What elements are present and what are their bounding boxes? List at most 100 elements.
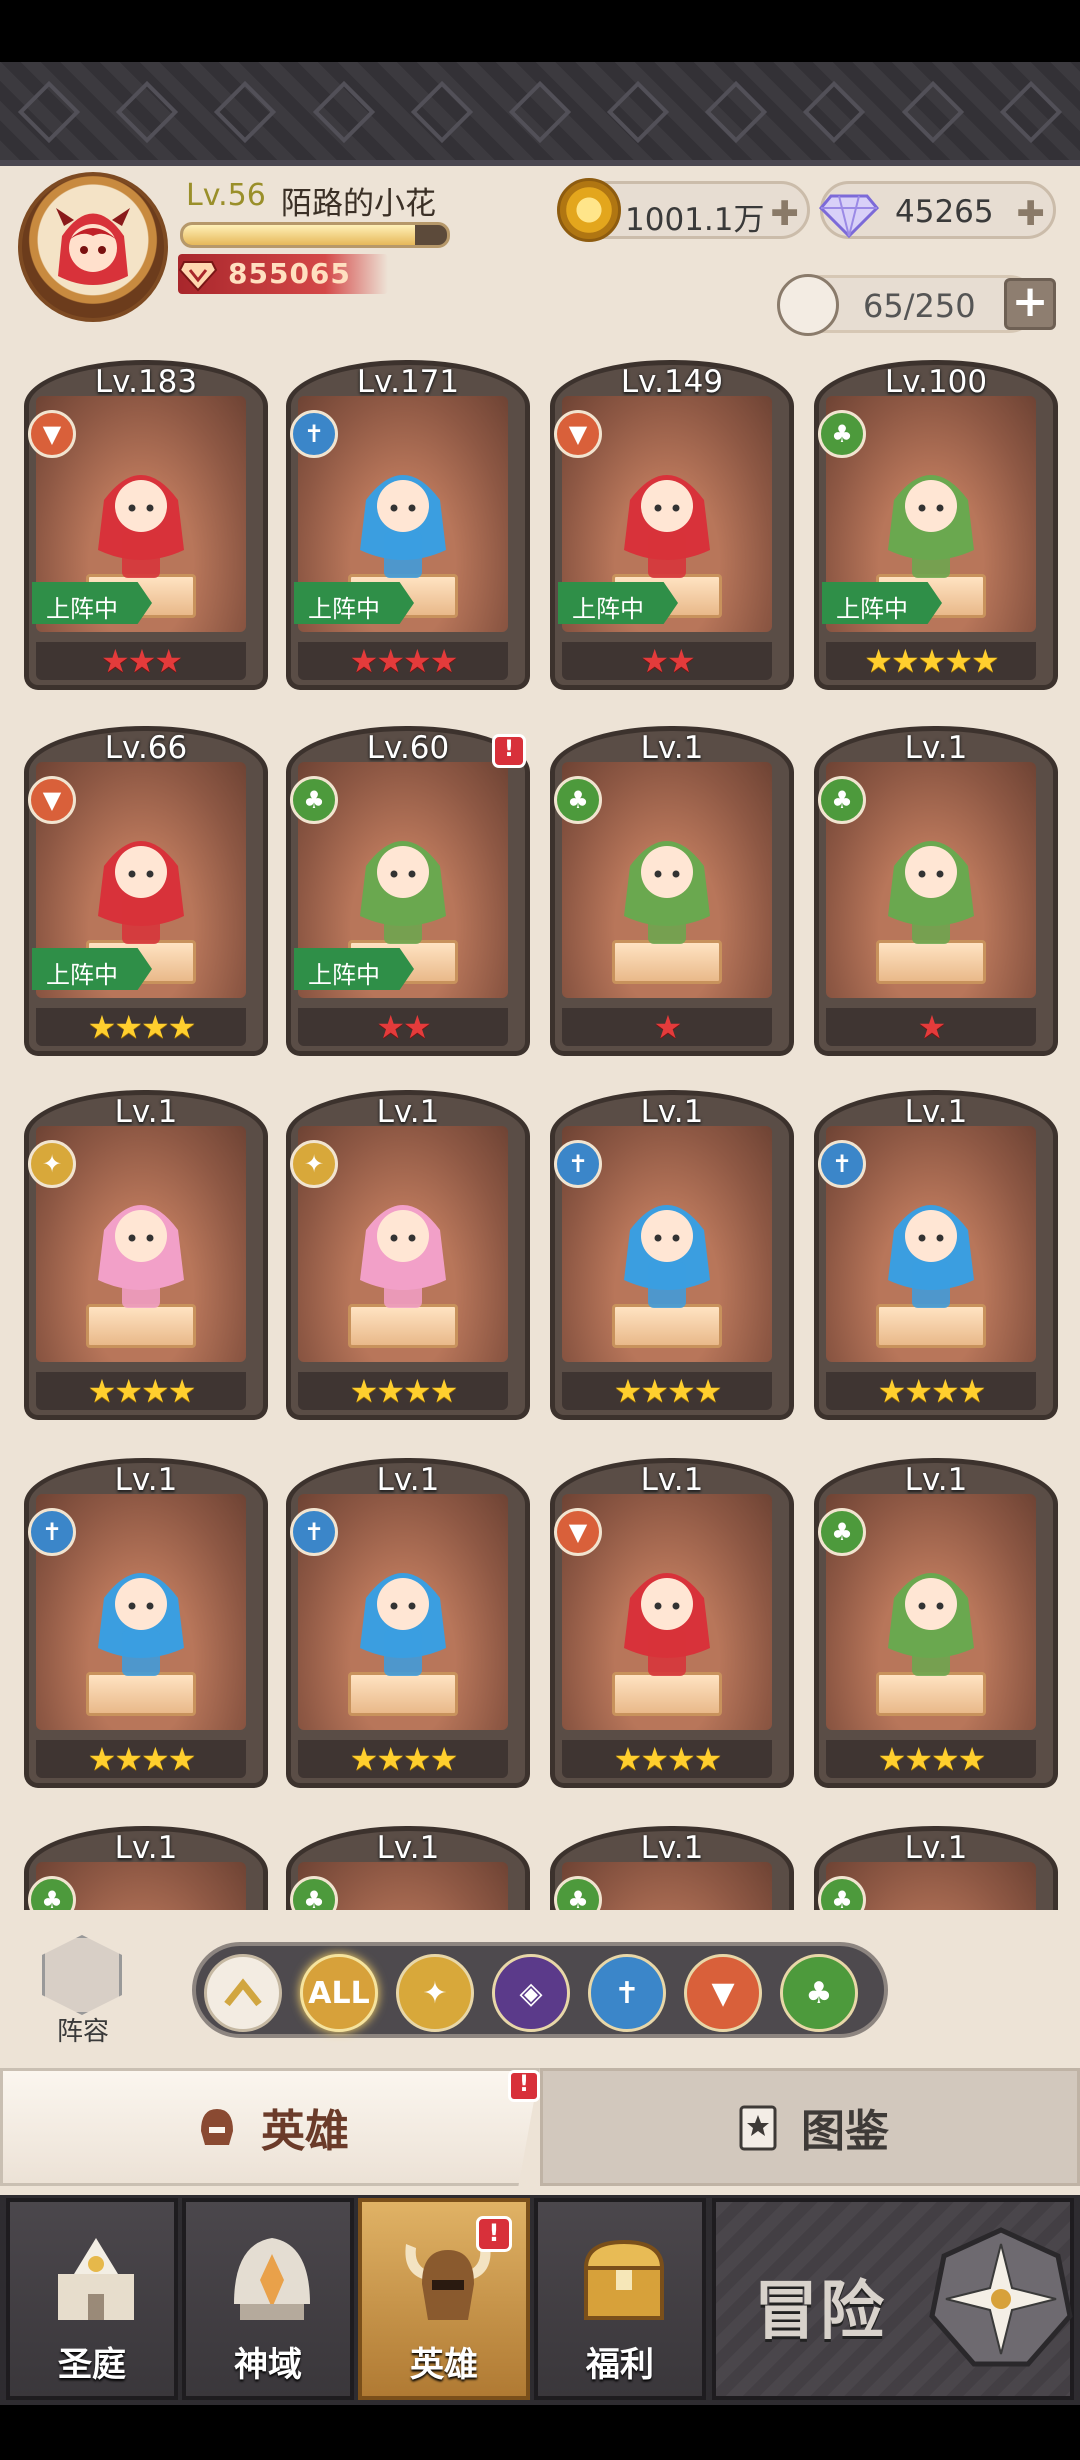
filter-nature-icon[interactable]: ♣ [780,1954,858,2032]
hero-sprite-icon [888,475,974,578]
hero-level: Lv.1 [114,1094,178,1130]
hero-grid[interactable]: Lv.183 ▼ 上阵中 ★★★ Lv.171 ✝ 上阵中 ★★★★ Lv.14… [24,360,1064,1910]
hero-card[interactable]: Lv.60 ♣ 上阵中 ! ★★ [286,726,530,1056]
hero-sprite-icon [360,1205,446,1308]
hero-card[interactable]: Lv.66 ▼ 上阵中 ★★★★ [24,726,268,1056]
nav-welfare[interactable]: 福利 [534,2198,706,2400]
water-element-icon: ✝ [554,1140,602,1188]
hero-level: Lv.183 [94,364,198,400]
hero-level: Lv.100 [884,364,988,400]
hero-card[interactable]: Lv.100 ♣ 上阵中 ★★★★★ [814,360,1058,690]
hero-card[interactable]: Lv.183 ▼ 上阵中 ★★★ [24,360,268,690]
element-filter-group: ALL ✦ ◈ ✝ ▼ ♣ [192,1942,888,2038]
hero-sprite-icon [624,841,710,944]
nav-adventure-label: 冒险 [754,2275,886,2349]
hero-card[interactable]: Lv.1 ♣ [550,1826,794,1910]
nature-element-icon: ♣ [554,776,602,824]
hero-alert-icon: ! [492,734,526,768]
fire-element-icon: ▼ [28,776,76,824]
top-decor-band [0,62,1080,166]
codex-book-icon [739,2105,777,2151]
hero-level: Lv.1 [904,730,968,766]
filter-water-icon[interactable]: ✝ [588,1954,666,2032]
add-gems-icon[interactable]: ✚ [1017,194,1046,234]
avatar-portrait-icon [56,208,130,285]
player-avatar[interactable] [18,172,168,322]
hero-card[interactable]: Lv.171 ✝ 上阵中 ★★★★ [286,360,530,690]
lineup-button[interactable]: 阵容 [30,1935,136,2047]
hero-stars: ★★★★ [826,1740,1036,1778]
nav-heroes[interactable]: ! 英雄 [358,2198,530,2400]
filter-all-button[interactable]: ALL [300,1954,378,2032]
hero-stars: ★★★★ [298,1740,508,1778]
expand-capacity-button[interactable]: + [1004,278,1056,330]
filter-dark-icon[interactable]: ◈ [492,1954,570,2032]
hero-card[interactable]: Lv.1 ♣ [24,1826,268,1910]
gem-counter[interactable]: 45265 ✚ [818,181,1056,239]
hero-stars: ★★★★ [36,1008,246,1046]
hero-card[interactable]: Lv.1 ✝ ★★★★ [286,1458,530,1788]
decor-pattern [0,80,1080,144]
hero-card[interactable]: Lv.1 ✝ ★★★★ [550,1090,794,1420]
hero-screen: Lv.56 陌路的小花 855065 1001.1万 ✚ 45265 ✚ 65/… [0,0,1080,2460]
tab-heroes[interactable]: 英雄 [0,2068,540,2186]
filter-rank-icon[interactable] [204,1954,282,2032]
hero-sprite-icon [888,841,974,944]
add-gold-icon[interactable]: ✚ [771,194,800,234]
hero-card[interactable]: Lv.1 ✦ ★★★★ [24,1090,268,1420]
system-nav-strip [0,2405,1080,2460]
water-element-icon: ✝ [290,410,338,458]
hero-level: Lv.1 [640,1462,704,1498]
water-element-icon: ✝ [290,1508,338,1556]
hero-card[interactable]: Lv.1 ▼ ★★★★ [550,1458,794,1788]
hero-level: Lv.1 [114,1830,178,1866]
hero-stars: ★★★★★ [826,642,1036,680]
xp-fill [183,225,416,245]
hero-card[interactable]: Lv.1 ♣ ★ [550,726,794,1056]
hero-sprite-icon [98,1573,184,1676]
hero-card[interactable]: Lv.1 ✦ ★★★★ [286,1090,530,1420]
combat-power: 855065 [178,254,388,294]
nav-welfare-label: 福利 [586,2345,654,2385]
nav-court[interactable]: 圣庭 [6,2198,178,2400]
hero-sprite-icon [98,841,184,944]
water-element-icon: ✝ [818,1140,866,1188]
filter-light-icon[interactable]: ✦ [396,1954,474,2032]
gold-counter[interactable]: 1001.1万 ✚ [557,178,810,242]
hero-level: Lv.1 [904,1830,968,1866]
hero-card[interactable]: Lv.1 ♣ ★★★★ [814,1458,1058,1788]
tab-heroes-label: 英雄 [261,2106,349,2157]
hero-stars: ★★ [562,642,772,680]
hero-sprite-icon [888,1573,974,1676]
hero-level: Lv.149 [620,364,724,400]
water-element-icon: ✝ [28,1508,76,1556]
nav-adventure[interactable]: 冒险 [712,2198,1074,2400]
hero-card[interactable]: Lv.1 ✝ ★★★★ [814,1090,1058,1420]
hero-level: Lv.1 [376,1094,440,1130]
gem-amount: 45265 [895,194,994,230]
hero-card[interactable]: Lv.149 ▼ 上阵中 ★★ [550,360,794,690]
hero-card[interactable]: Lv.1 ♣ ★ [814,726,1058,1056]
gold-coin-icon [557,178,621,242]
hero-sprite-icon [888,1205,974,1308]
hero-stars: ★★★★ [826,1372,1036,1410]
view-tabs: 英雄 ! 图鉴 [0,2068,1080,2192]
hero-stars: ★ [562,1008,772,1046]
helmet-icon [201,2109,233,2145]
nav-domain[interactable]: 神域 [182,2198,354,2400]
compass-icon [929,2227,1073,2367]
hero-sprite-icon [336,1906,470,1910]
tab-codex[interactable]: 图鉴 [540,2068,1080,2186]
hero-level: Lv.66 [104,730,188,766]
treasure-chest-icon [583,2239,665,2320]
hero-level: Lv.1 [904,1462,968,1498]
hero-sprite-icon [360,841,446,944]
hero-sprite-icon [360,1573,446,1676]
hero-stars: ★ [826,1008,1036,1046]
hero-level: Lv.1 [376,1830,440,1866]
filter-fire-icon[interactable]: ▼ [684,1954,762,2032]
hero-sprite-icon [864,1906,998,1910]
hero-card[interactable]: Lv.1 ♣ [814,1826,1058,1910]
hero-card[interactable]: Lv.1 ✝ ★★★★ [24,1458,268,1788]
hero-card[interactable]: Lv.1 ♣ [286,1826,530,1910]
